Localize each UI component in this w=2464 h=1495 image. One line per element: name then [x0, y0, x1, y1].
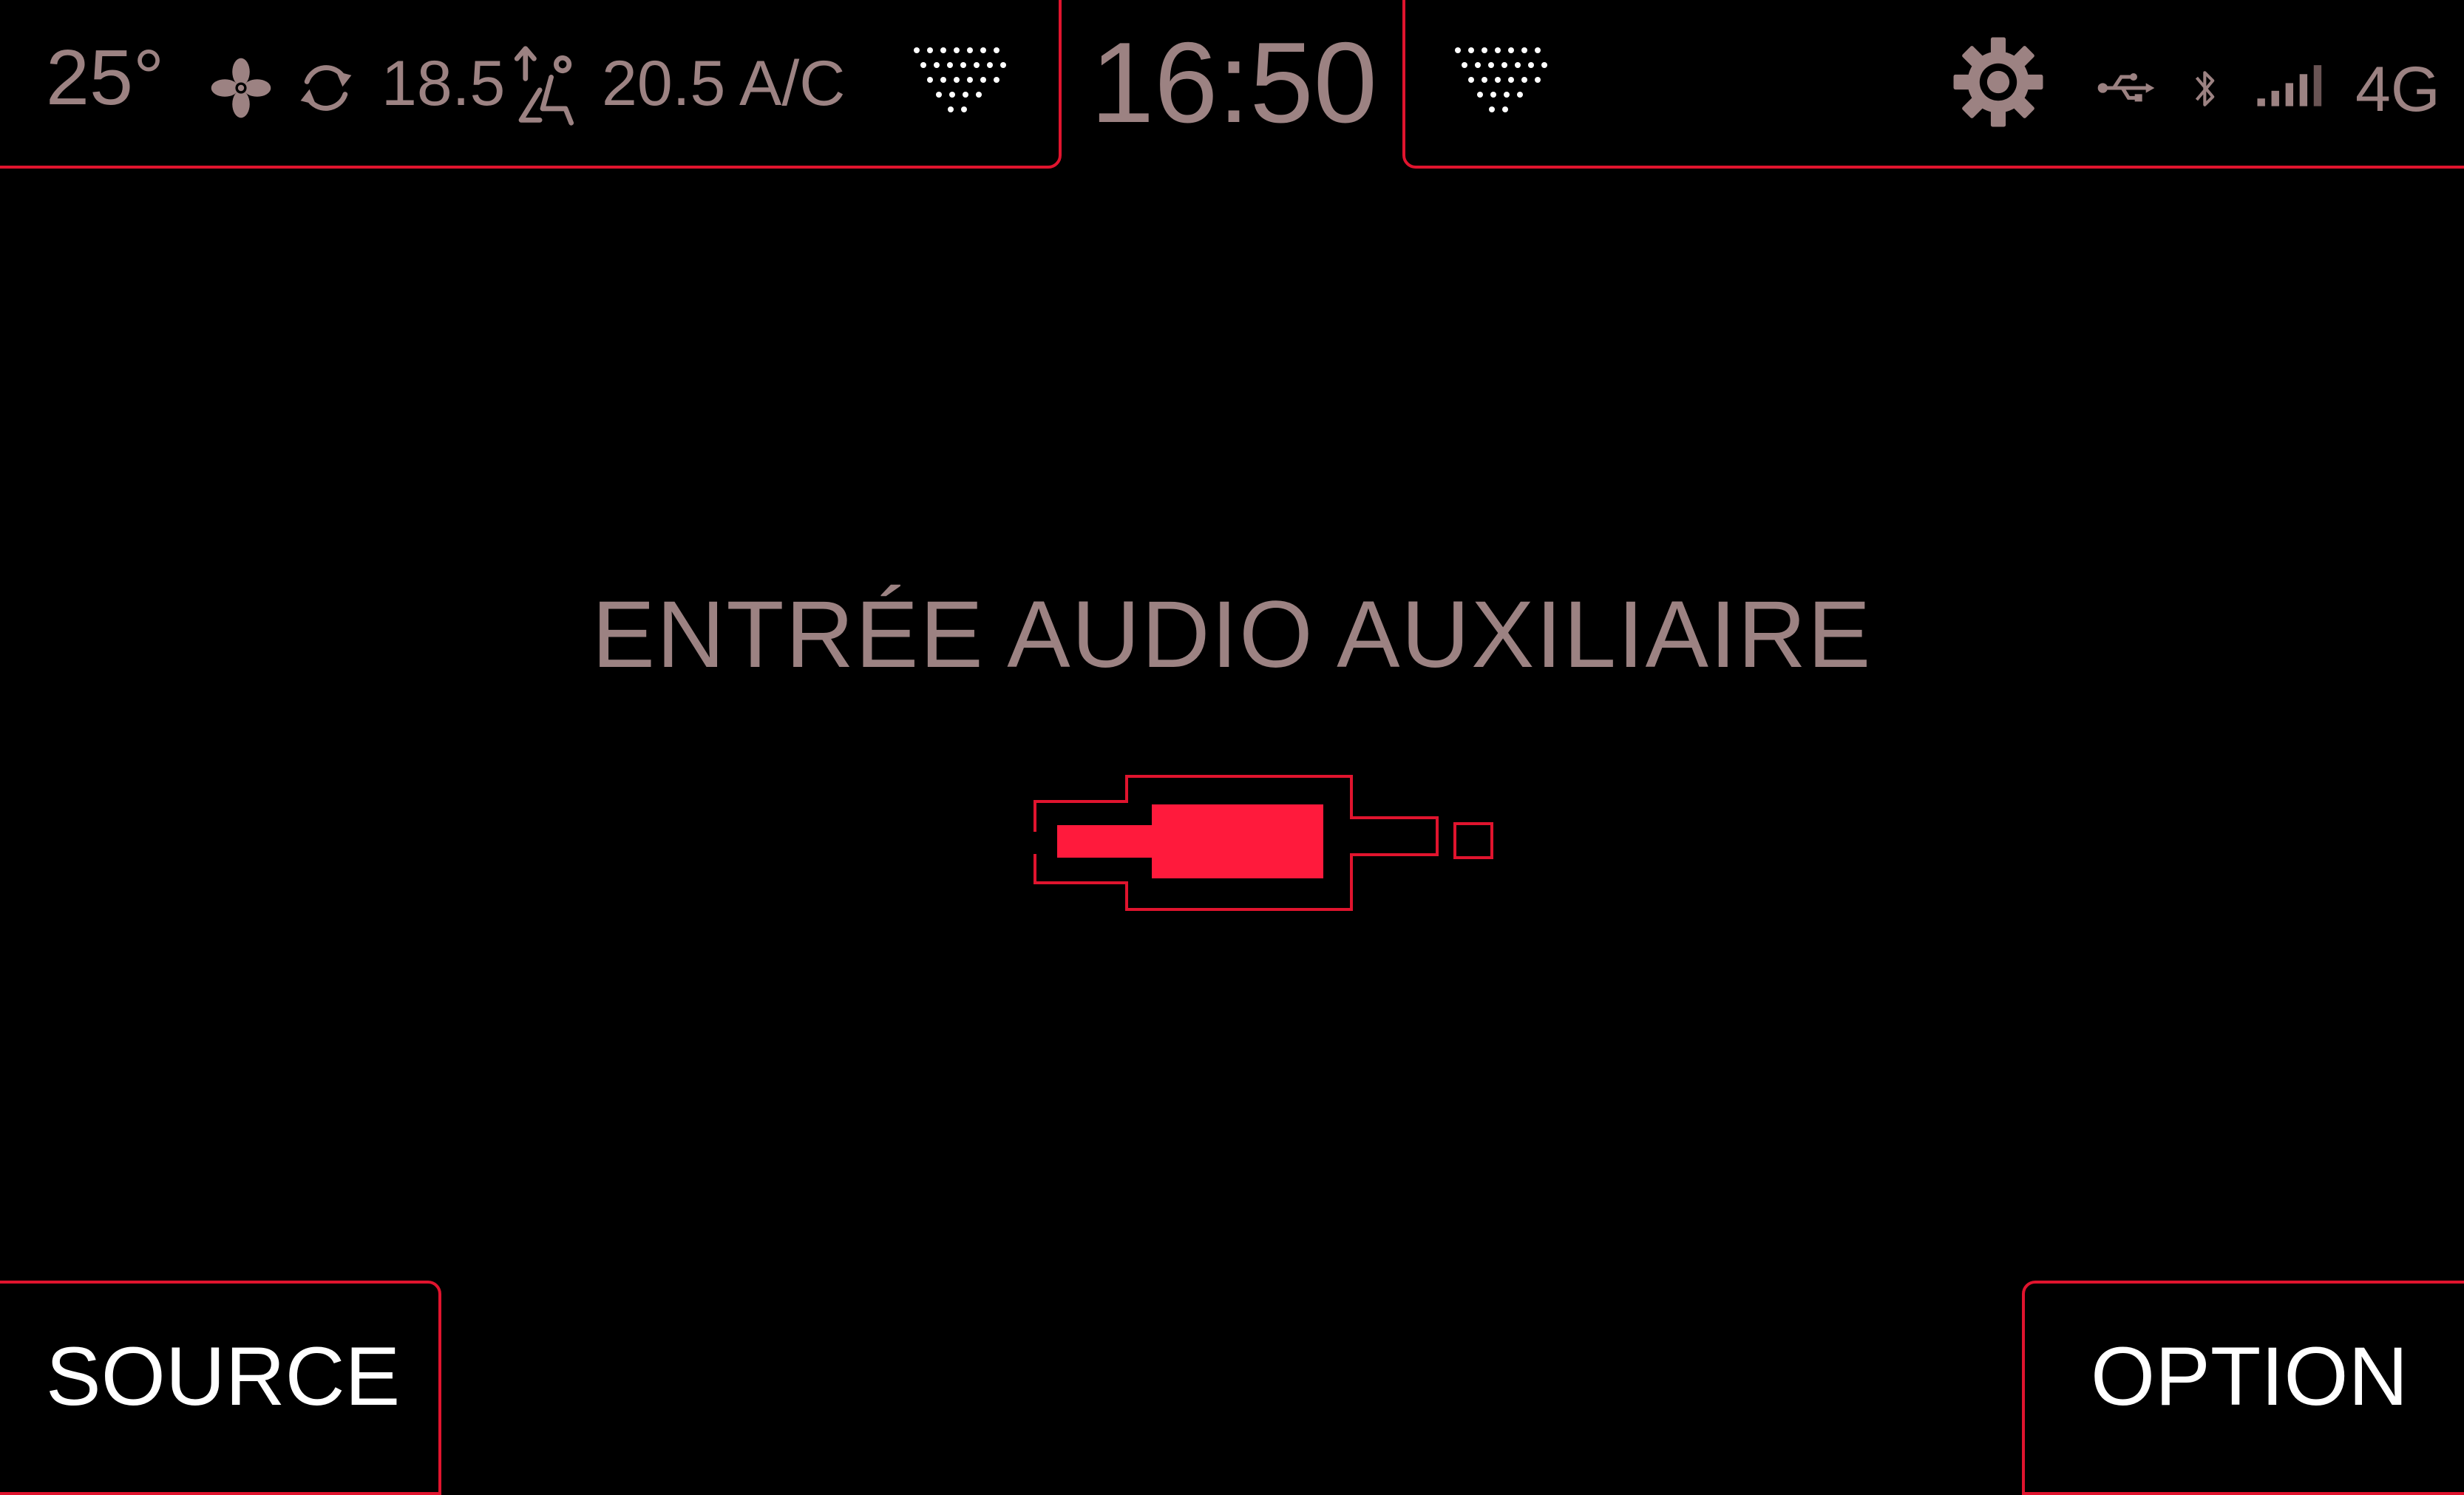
seat-airflow-icon[interactable]: [506, 43, 580, 129]
recirculation-icon[interactable]: [294, 56, 358, 120]
page-title: ENTRÉE AUDIO AUXILIAIRE: [591, 582, 1873, 688]
option-button[interactable]: OPTION: [2091, 1335, 2408, 1418]
right-temperature-setpoint[interactable]: 20.5: [602, 52, 725, 115]
source-button[interactable]: SOURCE: [46, 1335, 400, 1418]
gear-icon[interactable]: [1952, 35, 2045, 129]
windshield-defrost-icon[interactable]: [909, 41, 1013, 123]
cabin-temperature[interactable]: 25°: [46, 38, 164, 117]
rear-window-defrost-icon[interactable]: [1450, 41, 1554, 123]
signal-bars-icon: [2257, 65, 2322, 106]
fan-icon[interactable]: [210, 57, 272, 119]
usb-icon: [2097, 73, 2155, 102]
bluetooth-icon: [2195, 71, 2215, 106]
ac-toggle[interactable]: A/C: [739, 52, 845, 115]
left-temperature-setpoint[interactable]: 18.5: [381, 52, 505, 115]
network-type: 4G: [2355, 54, 2440, 125]
aux-jack-icon: [103, 775, 1493, 911]
clock: 16:50: [1090, 18, 1377, 146]
